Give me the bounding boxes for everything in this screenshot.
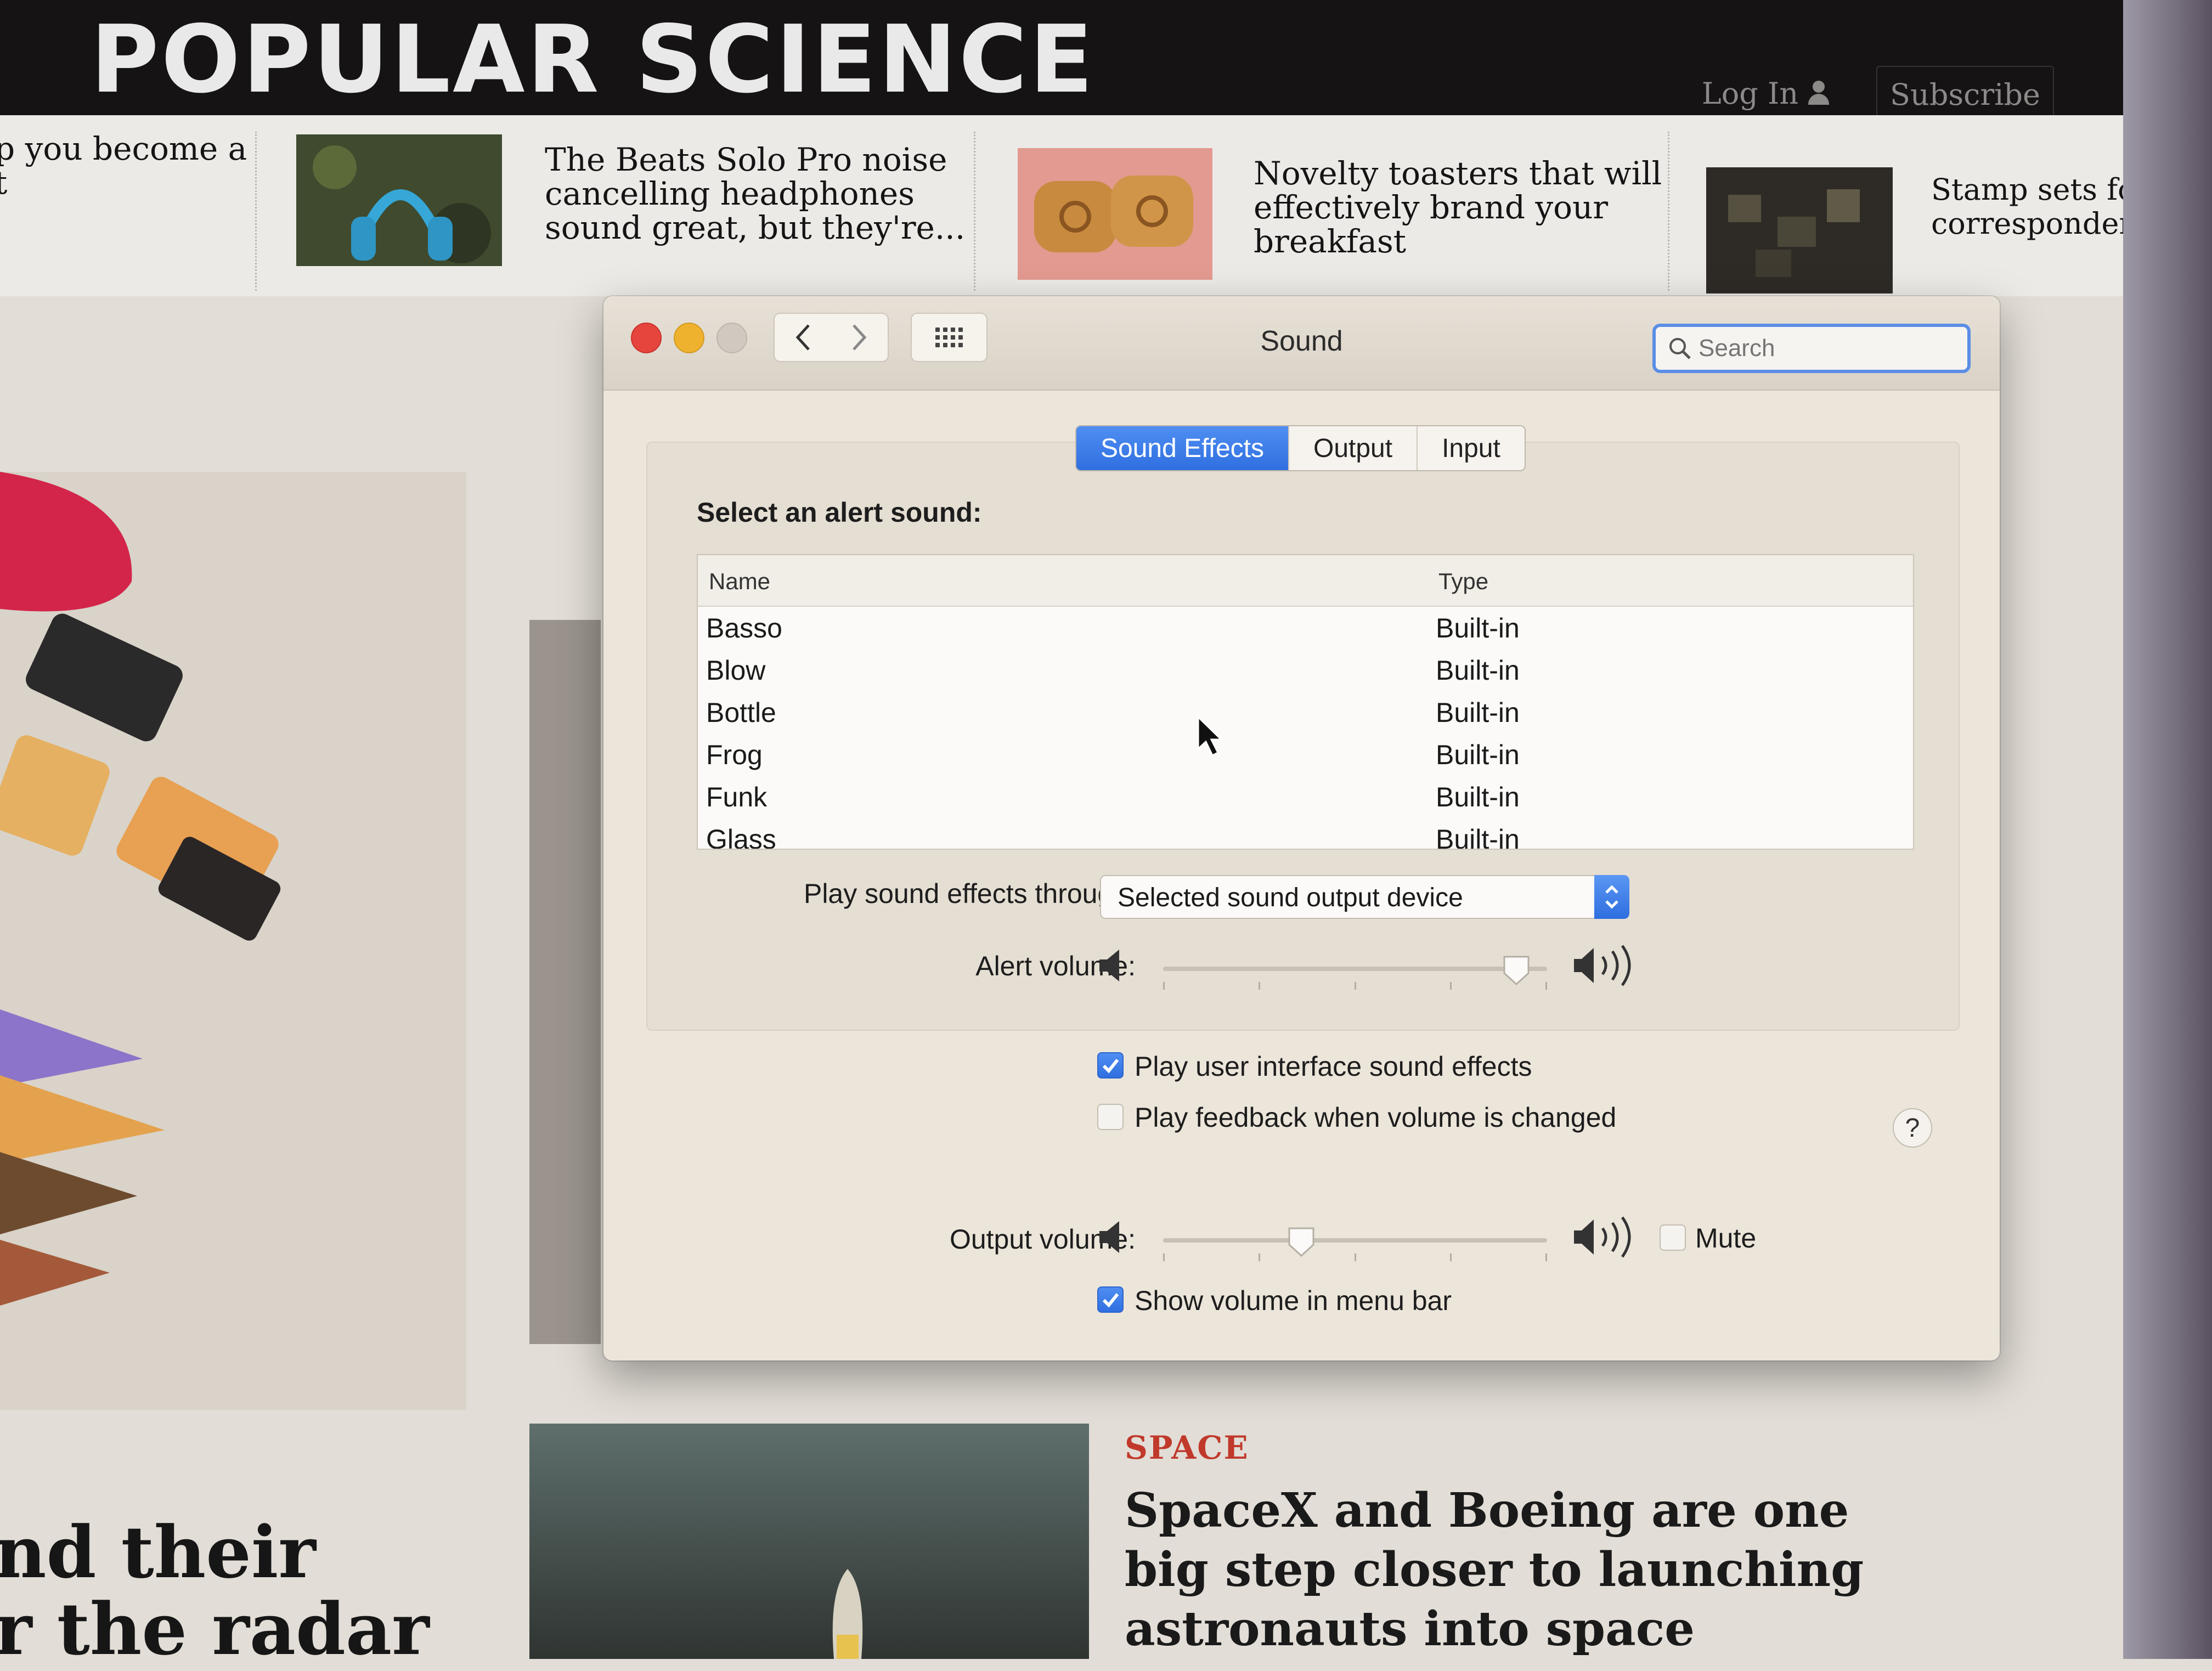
tab-sound-effects[interactable]: Sound Effects (1076, 426, 1289, 470)
sound-type: Built-in (1436, 697, 1520, 728)
search-field[interactable] (1652, 324, 1971, 373)
sound-type: Built-in (1436, 739, 1520, 770)
table-row[interactable]: Frog Built-in (698, 733, 1913, 776)
screen-bezel (2123, 0, 2212, 1659)
slider-thumb[interactable] (1502, 955, 1531, 985)
table-row[interactable]: Basso Built-in (698, 607, 1913, 649)
speaker-low-icon (1099, 1221, 1119, 1253)
teaser-divider (1668, 132, 1669, 291)
output-volume-label: Output volume: (949, 1224, 1136, 1255)
sound-name: Basso (706, 613, 782, 643)
space-article-image[interactable] (529, 1424, 1089, 1659)
teaser-divider (255, 132, 257, 291)
up-down-chevron-icon (1605, 885, 1618, 909)
alert-volume-slider[interactable] (1163, 949, 1547, 998)
section-label[interactable]: SPACE (1125, 1429, 1249, 1466)
login-link[interactable]: Log In (1695, 66, 1838, 121)
search-input[interactable] (1697, 334, 1963, 363)
tab-output[interactable]: Output (1289, 426, 1418, 470)
sound-name: Bottle (706, 697, 776, 728)
select-stepper[interactable] (1594, 875, 1629, 919)
subscribe-button[interactable]: Subscribe (1876, 66, 2054, 123)
tab-input[interactable]: Input (1418, 426, 1525, 470)
rocket-image (832, 1569, 863, 1659)
show-volume-menu-bar-label[interactable]: Show volume in menu bar (1135, 1285, 1452, 1317)
mouse-cursor-icon (1197, 716, 1222, 757)
sound-name: Frog (706, 739, 763, 770)
sound-preferences-window: Sound Sound Effects Output Input Select … (603, 296, 2000, 1360)
toaster-thumbnail[interactable] (1018, 148, 1212, 280)
headline-line: r the radar (0, 1587, 430, 1671)
sound-name: Blow (706, 655, 766, 686)
sound-type: Built-in (1436, 613, 1520, 643)
space-headline[interactable]: SpaceX and Boeing are one big step close… (1125, 1481, 1893, 1659)
teaser-divider (974, 132, 975, 291)
teaser-text-1[interactable]: p you become a t (0, 132, 247, 200)
sound-type: Built-in (1436, 655, 1520, 686)
show-volume-menu-bar-checkbox[interactable] (1097, 1286, 1124, 1313)
tab-bar: Sound Effects Output Input (1075, 425, 1526, 471)
user-icon (1806, 81, 1831, 106)
login-label: Log In (1701, 76, 1799, 111)
mute-checkbox[interactable] (1660, 1224, 1686, 1251)
help-button[interactable]: ? (1893, 1108, 1932, 1148)
column-header-name[interactable]: Name (709, 568, 770, 595)
sound-type: Built-in (1436, 824, 1520, 850)
search-icon (1669, 338, 1691, 359)
speaker-high-icon (1574, 1216, 1631, 1258)
pencils-article-image[interactable] (0, 472, 466, 1410)
speaker-low-icon (1099, 950, 1119, 981)
stamps-thumbnail[interactable] (1706, 167, 1893, 293)
alert-volume-label: Alert volume: (975, 951, 1136, 981)
table-row[interactable]: Funk Built-in (698, 776, 1913, 818)
table-row[interactable]: Blow Built-in (698, 649, 1913, 691)
sound-name: Glass (706, 824, 776, 850)
volume-feedback-label[interactable]: Play feedback when volume is changed (1135, 1102, 1616, 1133)
output-volume-slider[interactable] (1163, 1221, 1547, 1270)
table-row[interactable]: Bottle Built-in (698, 691, 1913, 733)
table-row[interactable]: Glass Built-in (698, 818, 1913, 850)
teaser-text-3[interactable]: Novelty toasters that will effectively b… (1254, 156, 1662, 258)
alert-sound-table[interactable]: Name Type Basso Built-in Blow Built-in B… (697, 554, 1914, 850)
site-logo[interactable]: POPULAR SCIENCE (91, 5, 1095, 114)
sound-output-select[interactable]: Selected sound output device (1100, 875, 1629, 919)
sound-type: Built-in (1436, 782, 1520, 812)
select-value: Selected sound output device (1118, 883, 1463, 912)
checkmark-icon (1102, 1293, 1119, 1308)
headline-line: nd their (0, 1510, 316, 1594)
slider-thumb[interactable] (1287, 1226, 1316, 1257)
ui-sounds-checkbox[interactable] (1097, 1052, 1124, 1079)
column-header-type[interactable]: Type (1438, 568, 1488, 595)
article-image-partial[interactable] (529, 620, 601, 1344)
play-through-label: Play sound effects through: (803, 878, 1136, 909)
mute-label[interactable]: Mute (1695, 1222, 1756, 1254)
teaser-text-2[interactable]: The Beats Solo Pro noise cancelling head… (545, 143, 965, 245)
title-bar[interactable]: Sound (603, 296, 2000, 391)
alert-sound-heading: Select an alert sound: (697, 497, 982, 528)
table-header: Name Type (698, 555, 1913, 607)
speaker-high-icon (1574, 945, 1631, 986)
ui-sounds-label[interactable]: Play user interface sound effects (1135, 1051, 1532, 1082)
checkmark-icon (1102, 1059, 1119, 1074)
sound-name: Funk (706, 782, 768, 812)
volume-feedback-checkbox[interactable] (1097, 1104, 1124, 1130)
left-article-headline[interactable]: nd their r the radar (0, 1514, 433, 1668)
headphones-thumbnail[interactable] (296, 134, 502, 266)
teaser-text-4[interactable]: Stamp sets for correspondenc (1931, 173, 2154, 241)
